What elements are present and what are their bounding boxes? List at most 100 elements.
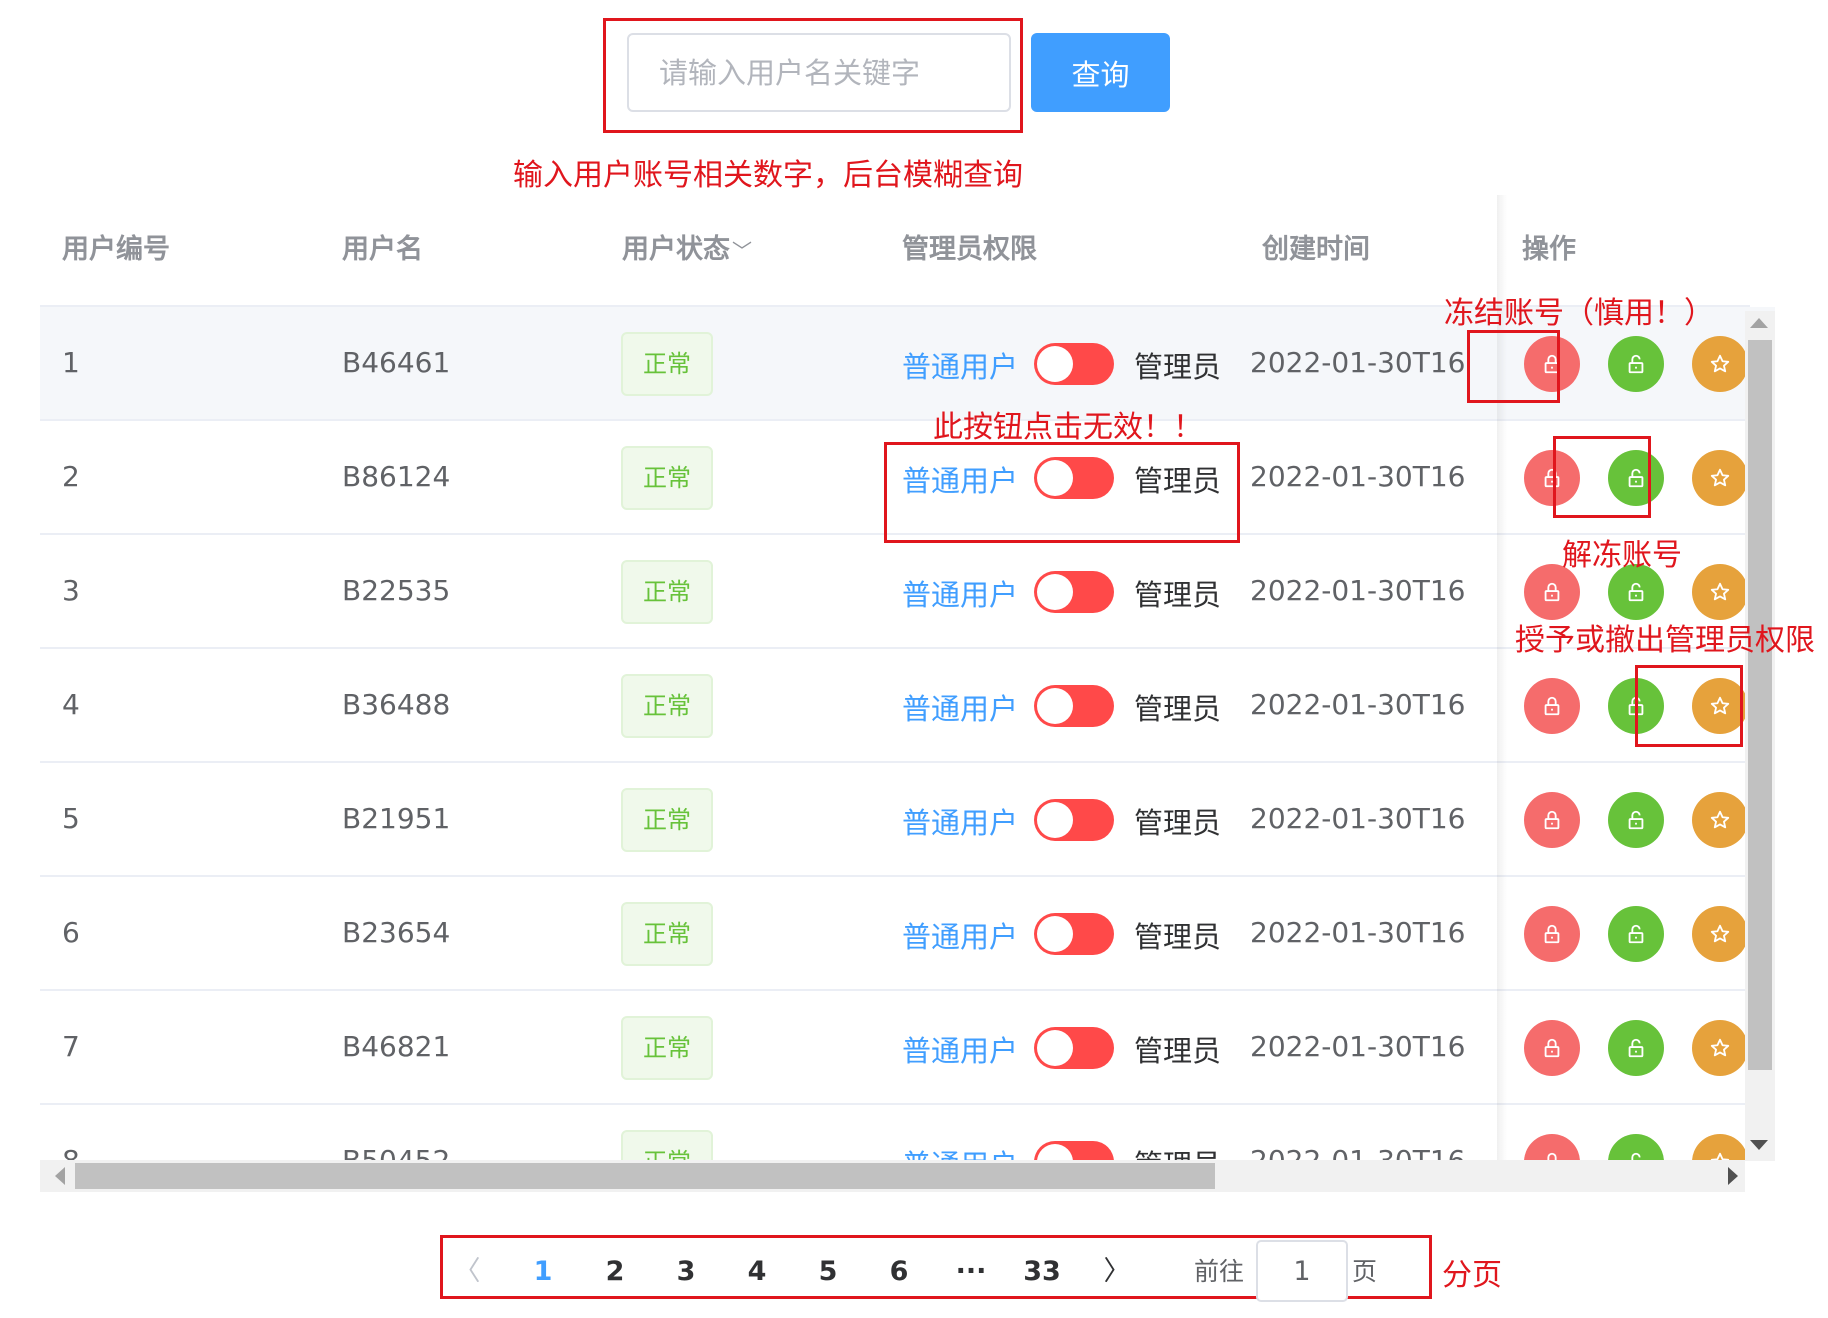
admin-toggle-switch[interactable]: [1034, 799, 1114, 841]
role-user-label: 普通用户: [902, 920, 1019, 954]
username-cell: B22535: [342, 574, 451, 607]
unfreeze-account-button[interactable]: [1608, 906, 1664, 962]
user-id-cell: 4: [62, 688, 80, 721]
admin-toggle-switch[interactable]: [1034, 571, 1114, 613]
toggle-admin-button[interactable]: [1692, 792, 1748, 848]
lock-icon: [1541, 809, 1563, 831]
admin-toggle-switch[interactable]: [1034, 343, 1114, 385]
unfreeze-account-button[interactable]: [1608, 1020, 1664, 1076]
admin-toggle-switch[interactable]: [1034, 913, 1114, 955]
freeze-account-button[interactable]: [1524, 906, 1580, 962]
table-row: 3 B22535 正常 普通用户 管理员 2022-01-30T16: [40, 535, 1745, 649]
unfreeze-account-button[interactable]: [1608, 336, 1664, 392]
status-badge: 正常: [621, 902, 713, 966]
scroll-up-arrow-icon[interactable]: [1750, 318, 1768, 328]
page-number[interactable]: 6: [871, 1247, 927, 1297]
admin-annotation-box: [1635, 665, 1743, 747]
toggle-admin-button[interactable]: [1692, 1020, 1748, 1076]
toggle-admin-button[interactable]: [1692, 336, 1748, 392]
created-time-cell: 2022-01-30T16: [1250, 916, 1466, 949]
table-row: 7 B46821 正常 普通用户 管理员 2022-01-30T16: [40, 991, 1745, 1105]
unlock-icon: [1625, 1037, 1647, 1059]
user-id-cell: 8: [62, 1105, 80, 1160]
next-page-icon[interactable]: 〉: [1100, 1247, 1134, 1297]
user-id-cell: 2: [62, 460, 80, 493]
role-admin-label: 管理员: [1134, 578, 1222, 612]
role-user-label: 普通用户: [902, 806, 1019, 840]
toggle-knob: [1037, 802, 1073, 838]
toggle-knob: [1037, 346, 1073, 382]
toggle-admin-button[interactable]: [1692, 450, 1748, 506]
admin-toggle-switch[interactable]: [1034, 685, 1114, 727]
freeze-account-button[interactable]: [1524, 1020, 1580, 1076]
status-badge: 正常: [621, 332, 713, 396]
created-time-cell: 2022-01-30T16: [1250, 688, 1466, 721]
user-id-cell: 5: [62, 802, 80, 835]
search-button[interactable]: 查询: [1031, 33, 1170, 112]
freeze-account-button[interactable]: [1524, 1134, 1580, 1160]
role-admin-label: 管理员: [1134, 692, 1222, 726]
unlock-icon: [1625, 581, 1647, 603]
toggle-knob: [1037, 574, 1073, 610]
switch-annotation-box: [884, 442, 1240, 543]
star-icon: [1709, 581, 1731, 603]
admin-toggle-switch[interactable]: [1034, 1141, 1114, 1160]
username-cell: B23654: [342, 916, 451, 949]
actions-cell: [1507, 877, 1775, 991]
column-header-status[interactable]: 用户状态 ﹀: [622, 195, 752, 305]
freeze-account-button[interactable]: [1524, 678, 1580, 734]
unlock-icon: [1625, 1151, 1647, 1160]
page-number[interactable]: 5: [800, 1247, 856, 1297]
actions-cell: [1507, 763, 1775, 877]
vertical-scrollbar-thumb[interactable]: [1748, 340, 1772, 1070]
username-cell: B86124: [342, 460, 451, 493]
column-header-username: 用户名: [342, 234, 423, 265]
table-row: 4 B36488 正常 普通用户 管理员 2022-01-30T16: [40, 649, 1745, 763]
unfreeze-account-button[interactable]: [1608, 792, 1664, 848]
scroll-down-arrow-icon[interactable]: [1750, 1140, 1768, 1150]
role-admin-label: 管理员: [1134, 1034, 1222, 1068]
toggle-knob: [1037, 916, 1073, 952]
page-ellipsis[interactable]: ···: [943, 1247, 999, 1297]
toggle-admin-button[interactable]: [1692, 1134, 1748, 1160]
lock-icon: [1541, 1151, 1563, 1160]
page-number[interactable]: 33: [1014, 1247, 1070, 1297]
admin-toggle-switch[interactable]: [1034, 1027, 1114, 1069]
status-badge: 正常: [621, 1016, 713, 1080]
freeze-account-button[interactable]: [1524, 792, 1580, 848]
status-badge: 正常: [621, 1130, 713, 1160]
unfreeze-annotation: 解冻账号: [1562, 538, 1682, 573]
switch-annotation: 此按钮点击无效！！: [933, 410, 1203, 445]
page-number[interactable]: 3: [658, 1247, 714, 1297]
page-number[interactable]: 2: [587, 1247, 643, 1297]
lock-icon: [1541, 1037, 1563, 1059]
username-cell: B50452: [342, 1105, 450, 1160]
username-cell: B21951: [342, 802, 451, 835]
horizontal-scrollbar-thumb[interactable]: [75, 1163, 1215, 1189]
table-row: 6 B23654 正常 普通用户 管理员 2022-01-30T16: [40, 877, 1745, 991]
user-id-cell: 7: [62, 1030, 80, 1063]
goto-page-input[interactable]: [1256, 1240, 1348, 1302]
scroll-right-arrow-icon[interactable]: [1728, 1167, 1738, 1185]
star-icon: [1709, 809, 1731, 831]
scroll-left-arrow-icon[interactable]: [55, 1167, 65, 1185]
search-annotation: 输入用户账号相关数字，后台模糊查询: [513, 158, 1023, 193]
prev-page-icon[interactable]: 〈: [450, 1247, 484, 1297]
username-cell: B46821: [342, 1030, 451, 1063]
toggle-admin-button[interactable]: [1692, 906, 1748, 962]
username-cell: B46461: [342, 346, 451, 379]
created-time-cell: 2022-01-30T16: [1250, 1105, 1465, 1160]
column-header-status-label: 用户状态: [622, 234, 730, 265]
page-number[interactable]: 1: [515, 1247, 571, 1297]
unfreeze-account-button[interactable]: [1608, 1134, 1664, 1160]
role-user-label: 普通用户: [902, 1034, 1019, 1068]
star-icon: [1709, 353, 1731, 375]
lock-icon: [1541, 923, 1563, 945]
column-header-id: 用户编号: [62, 234, 170, 265]
unlock-icon: [1625, 353, 1647, 375]
created-time-cell: 2022-01-30T16: [1250, 460, 1466, 493]
page-number[interactable]: 4: [729, 1247, 785, 1297]
table-row: 8 B50452 正常 普通用户 管理员 2022-01-30T16: [40, 1105, 1745, 1160]
table-row: 5 B21951 正常 普通用户 管理员 2022-01-30T16: [40, 763, 1745, 877]
toggle-admin-button[interactable]: [1692, 564, 1748, 620]
